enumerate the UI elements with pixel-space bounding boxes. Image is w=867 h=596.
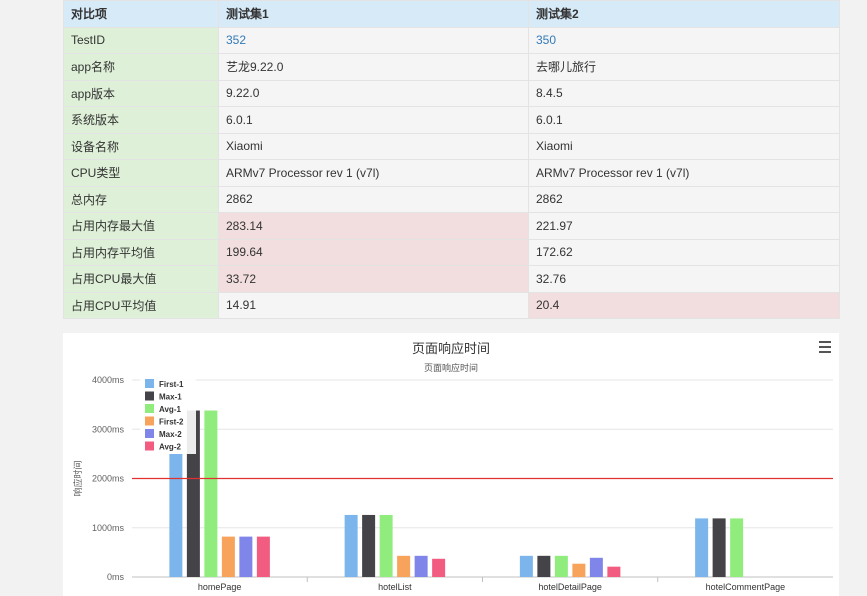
testset-2-value: 8.4.5 [528,79,840,107]
bar [695,518,709,577]
row-label: TestID [63,26,219,54]
bar [169,453,183,577]
table-row: 占用内存最大值 283.14 221.97 [63,212,840,240]
table-row: app名称 艺龙9.22.0 去哪儿旅行 [63,53,840,81]
row-label: 占用CPU最大值 [63,265,219,293]
legend-swatch [145,391,154,401]
testset-1-value: 14.91 [218,291,529,319]
bar [554,555,568,577]
row-label: 系统版本 [63,106,219,134]
testset-2-value: 172.62 [528,238,840,266]
bar [572,563,586,577]
header-compare-item: 对比项 [63,0,219,28]
testid-link-1[interactable]: 352 [226,33,246,47]
y-tick-label: 3000ms [92,424,125,434]
testset-2-value: 去哪儿旅行 [528,53,840,81]
x-tick-label: hotelCommentPage [706,582,786,592]
table-row: app版本 9.22.0 8.4.5 [63,79,840,107]
legend-label: First-1 [159,380,184,389]
testset-1-value: 艺龙9.22.0 [218,53,529,81]
table-row: 设备名称 Xiaomi Xiaomi [63,132,840,160]
testset-1-value: ARMv7 Processor rev 1 (v7l) [218,159,529,187]
bar [239,536,253,577]
legend-swatch [145,379,154,388]
legend-label: Max-2 [159,430,182,439]
bar [344,514,358,577]
testset-2-value: 2862 [528,185,840,213]
row-label: app版本 [63,79,219,107]
x-tick-label: hotelList [378,582,412,592]
testset-1-value: 199.64 [218,238,529,266]
y-tick-label: 4000ms [92,375,125,385]
table-row: 系统版本 6.0.1 6.0.1 [63,106,840,134]
chart-plot: 0ms 1000ms 2000ms 3000ms 4000ms 响应时间 homePage h… [72,375,833,592]
header-testset-2: 测试集2 [528,0,840,28]
bar [712,518,726,577]
row-label: 占用内存最大值 [63,212,219,240]
row-label: 占用CPU平均值 [63,291,219,319]
bar [379,514,393,577]
bar [537,555,551,577]
legend-swatch [145,416,154,426]
legend-label: Max-1 [159,393,182,402]
legend-label: First-2 [159,418,184,427]
testset-1-value: 33.72 [218,265,529,293]
table-row: TestID 352 350 [63,26,840,54]
table-row: 总内存 2862 2862 [63,185,840,213]
x-tick-label: homePage [198,582,242,592]
bar [362,514,376,577]
legend-label: Avg-2 [159,443,181,452]
row-label: 总内存 [63,185,219,213]
testset-1-value: 2862 [218,185,529,213]
header-testset-1: 测试集1 [218,0,529,28]
testset-2-value: 32.76 [528,265,840,293]
testset-2-value: 221.97 [528,212,840,240]
bar [204,410,218,577]
testset-2-value: 350 [528,26,840,54]
testid-link-2[interactable]: 350 [536,33,556,47]
response-time-chart: 页面响应时间 页面响应时间 0ms 1000ms 2000ms 3000ms 4000m… [63,333,839,596]
legend-swatch [145,429,154,438]
table-row: 占用CPU最大值 33.72 32.76 [63,265,840,293]
legend-swatch [145,441,154,451]
legend-swatch [145,404,154,413]
y-tick-label: 2000ms [92,474,125,484]
row-label: CPU类型 [63,159,219,187]
comparison-table: 对比项 测试集1 测试集2 TestID 352 350 app名称 艺龙9.22.0 去… [63,0,840,319]
bar [519,555,533,577]
testset-2-value: Xiaomi [528,132,840,160]
table-row: 占用CPU平均值 14.91 20.4 [63,291,840,319]
bar [432,558,446,577]
bar [730,518,744,577]
x-tick-label: hotelDetailPage [538,582,602,592]
y-axis-title: 响应时间 [72,460,83,496]
table-row: CPU类型 ARMv7 Processor rev 1 (v7l) ARMv7 Pr… [63,159,840,187]
bar [607,566,621,577]
bar [397,555,411,577]
testset-1-value: 6.0.1 [218,106,529,134]
row-label: app名称 [63,53,219,81]
row-label: 占用内存平均值 [63,238,219,266]
comparison-table-container: 对比项 测试集1 测试集2 TestID 352 350 app名称 艺龙9.22.0 去… [63,0,840,319]
table-row: 占用内存平均值 199.64 172.62 [63,238,840,266]
testset-1-value: 352 [218,26,529,54]
testset-1-value: Xiaomi [218,132,529,160]
testset-2-value: 6.0.1 [528,106,840,134]
y-tick-label: 1000ms [92,523,125,533]
testset-1-value: 283.14 [218,212,529,240]
testset-2-value: ARMv7 Processor rev 1 (v7l) [528,159,840,187]
row-label: 设备名称 [63,132,219,160]
testset-1-value: 9.22.0 [218,79,529,107]
bar [256,536,270,577]
bar [221,536,235,577]
y-tick-label: 0ms [107,572,125,582]
bar [589,557,603,577]
testset-2-value: 20.4 [528,291,840,319]
table-header-row: 对比项 测试集1 测试集2 [63,0,840,28]
legend-label: Avg-1 [159,405,181,414]
bar [414,555,428,577]
